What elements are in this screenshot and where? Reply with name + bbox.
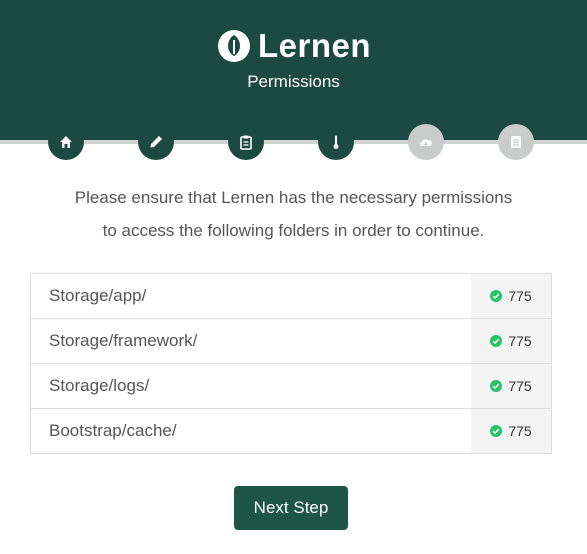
brand-name: Lernen <box>257 27 372 64</box>
instructions: Please ensure that Lernen has the necess… <box>40 181 547 247</box>
leaf-logo-icon <box>217 30 250 62</box>
document-icon <box>511 136 521 148</box>
step-permissions <box>318 124 354 160</box>
step-download <box>408 124 444 160</box>
permission-value: 775 <box>508 333 532 349</box>
logo: Lernen <box>0 26 587 66</box>
table-row: Storage/app/ 775 <box>31 274 551 319</box>
thermometer-icon <box>333 135 339 149</box>
folder-path: Storage/framework/ <box>49 331 198 350</box>
next-step-button[interactable]: Next Step <box>234 486 348 530</box>
step-edit <box>138 124 174 160</box>
permission-cell: 775 <box>471 409 551 453</box>
permission-cell: 775 <box>471 364 551 408</box>
check-circle-icon <box>490 290 503 302</box>
instructions-line-1: Please ensure that Lernen has the necess… <box>74 188 513 207</box>
folder-path: Storage/logs/ <box>49 376 150 395</box>
table-row: Bootstrap/cache/ 775 <box>31 409 551 453</box>
folder-path: Bootstrap/cache/ <box>49 421 177 440</box>
step-requirements <box>228 124 264 160</box>
table-row: Storage/framework/ 775 <box>31 319 551 364</box>
step-finish <box>498 124 534 160</box>
instructions-line-2: to access the following folders in order… <box>102 221 485 240</box>
permission-value: 775 <box>508 288 532 304</box>
home-icon <box>60 136 72 148</box>
check-circle-icon <box>490 425 503 437</box>
pencil-icon <box>150 136 162 148</box>
permission-cell: 775 <box>471 274 551 318</box>
clipboard-icon <box>240 135 252 150</box>
permissions-table: Storage/app/ 775 Storage/framework/ 775 … <box>30 273 552 454</box>
check-circle-icon <box>490 380 503 392</box>
table-row: Storage/logs/ 775 <box>31 364 551 409</box>
step-home <box>48 124 84 160</box>
permission-value: 775 <box>508 423 532 439</box>
step-indicator <box>0 124 587 160</box>
check-circle-icon <box>490 335 503 347</box>
permission-value: 775 <box>508 378 532 394</box>
permission-cell: 775 <box>471 319 551 363</box>
cloud-download-icon <box>420 139 432 147</box>
folder-path: Storage/app/ <box>49 286 147 305</box>
page-title: Permissions <box>247 72 340 91</box>
header-banner: Lernen Permissions <box>0 0 587 142</box>
